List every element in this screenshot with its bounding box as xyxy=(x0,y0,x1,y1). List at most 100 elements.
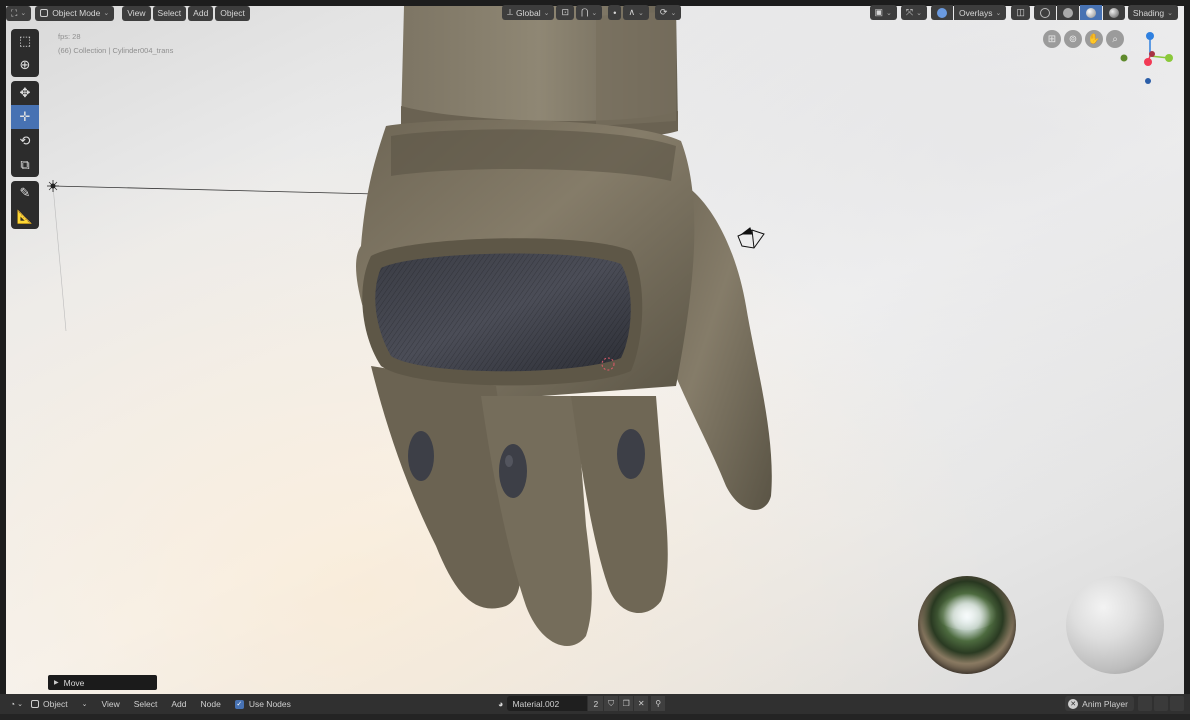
shader-type-dropdown[interactable]: Object ⌄ xyxy=(27,697,91,712)
axis-navigation-gizmo[interactable] xyxy=(1120,28,1180,88)
3d-viewport[interactable] xyxy=(6,6,1184,694)
editor-type-button[interactable]: ⛶ ⌄ xyxy=(6,5,32,21)
orientation-label: Global xyxy=(516,7,541,18)
hdri-diffuse-preview-sphere[interactable] xyxy=(1066,576,1164,674)
overlays-dropdown[interactable]: Overlays ⌄ xyxy=(953,5,1007,20)
unlink-material-button[interactable]: ✕ xyxy=(634,696,649,711)
use-nodes-toggle[interactable]: ✓ Use Nodes xyxy=(234,699,291,709)
transform-tool[interactable]: ✛ xyxy=(11,105,39,129)
xray-toggle[interactable]: ◫ xyxy=(1011,5,1030,20)
shading-dropdown[interactable]: Shading ⌄ xyxy=(1127,5,1178,20)
transform-orientation-dropdown[interactable]: ⟂ Global ⌄ xyxy=(502,5,555,20)
3d-viewport-icon: ⛶ xyxy=(11,7,18,18)
close-circle-icon: ✕ xyxy=(1068,698,1079,709)
operator-label: Move xyxy=(63,677,85,688)
scale-tool[interactable]: ⧉ xyxy=(11,153,39,177)
transform-controls: ⟂ Global ⌄ ⊡ ⋂ ⌄ • ∧ ⌄ ⟳ ⌄ xyxy=(502,5,683,20)
rotate-icon: ⟲ xyxy=(19,133,31,149)
measure-tool[interactable]: 📐 xyxy=(11,205,39,229)
magnet-icon: ⋂ xyxy=(581,7,589,17)
xray-icon: ◫ xyxy=(1016,7,1025,17)
neg-x-axis-handle xyxy=(1149,51,1155,57)
pivot-point-button[interactable]: ⊡ xyxy=(556,5,575,20)
shading-solid[interactable] xyxy=(1056,5,1079,20)
material-slot-controls: ◕ Material.002 2 ⛉ ❐ ✕ ⚲ xyxy=(498,696,666,711)
z-axis-handle xyxy=(1146,32,1154,40)
add-menu-bottom[interactable]: Add xyxy=(171,699,186,709)
select-menu-bottom[interactable]: Select xyxy=(134,699,158,709)
shading-rendered[interactable] xyxy=(1102,5,1125,20)
gizmo-icon: ⟳ xyxy=(659,7,668,17)
proportional-edit-button[interactable]: • xyxy=(608,5,622,20)
material-users-count[interactable]: 2 xyxy=(588,696,604,711)
material-name-field[interactable]: Material.002 xyxy=(507,696,588,711)
move-icon: ✥ xyxy=(19,85,31,101)
light-vertical-line xyxy=(52,185,67,332)
add-menu[interactable]: Add xyxy=(188,5,214,21)
neg-z-axis-handle xyxy=(1145,78,1151,84)
select-cursor-icon: ⬚ xyxy=(18,33,32,49)
duplicate-material-button[interactable]: ❐ xyxy=(619,696,634,711)
pivot-icon: ⊡ xyxy=(561,7,570,17)
mode-dropdown[interactable]: Object Mode ⌄ xyxy=(35,5,115,21)
cursor-tool[interactable]: ⊕ xyxy=(11,53,39,77)
rendered-icon xyxy=(1108,7,1119,18)
overlays-icon xyxy=(936,7,947,18)
proportional-icon: • xyxy=(613,7,617,18)
material-browse-icon[interactable]: ◕ xyxy=(498,699,503,709)
wireframe-icon xyxy=(1039,7,1050,18)
snap-button[interactable]: ⋂ ⌄ xyxy=(576,5,603,20)
gizmos-dropdown[interactable]: ⤧ ⌄ xyxy=(900,5,927,20)
visibility-dropdown[interactable]: ▣ ⌄ xyxy=(869,5,897,20)
gizmo-toggle-button[interactable]: ⟳ ⌄ xyxy=(654,5,682,20)
blender-window: ⛶ ⌄ Object Mode ⌄ View Select Add Object … xyxy=(0,0,1190,720)
solid-icon xyxy=(1062,7,1073,18)
select-menu[interactable]: Select xyxy=(152,5,187,21)
snapping-button-bottom[interactable] xyxy=(1138,696,1152,711)
last-operator-panel[interactable]: ▶ Move xyxy=(48,675,157,690)
camera-icon: ⊚ xyxy=(1068,33,1078,45)
hdri-chrome-preview-sphere[interactable] xyxy=(918,576,1016,674)
shader-editor-header: ◔ ⌄ Object ⌄ View Select Add Node ✓ Use N… xyxy=(0,694,1190,714)
viewport-info-text: fps: 28 (66) Collection | Cylinder004_tr… xyxy=(58,30,173,58)
annotate-tool[interactable]: ✎ xyxy=(11,181,39,205)
overlays-toggle[interactable] xyxy=(930,5,953,20)
falloff-button[interactable]: ∧ ⌄ xyxy=(623,5,649,20)
material-preview-icon xyxy=(1085,7,1096,18)
object-mode-icon xyxy=(40,9,49,17)
fps-readout: fps: 28 xyxy=(58,32,81,41)
use-nodes-label: Use Nodes xyxy=(248,699,291,709)
grid-icon: ⊞ xyxy=(1047,33,1057,45)
select-box-tool[interactable]: ⬚ xyxy=(11,29,39,53)
light-direction-line xyxy=(52,185,377,195)
rotate-tool[interactable]: ⟲ xyxy=(11,129,39,153)
sidebar-toggle-bottom[interactable] xyxy=(1170,696,1184,711)
overlay-button-bottom[interactable] xyxy=(1154,696,1168,711)
checkbox-checked-icon: ✓ xyxy=(234,699,244,709)
view-menu-bottom[interactable]: View xyxy=(101,699,119,709)
editor-type-button-bottom[interactable]: ◔ ⌄ xyxy=(6,697,27,712)
fake-user-button[interactable]: ⛉ xyxy=(604,696,619,711)
pin-icon: ⚲ xyxy=(655,699,662,708)
scale-icon: ⧉ xyxy=(20,157,30,173)
close-icon: ✕ xyxy=(637,699,645,708)
camera-view-button[interactable]: ⊚ xyxy=(1064,30,1082,48)
move-tool[interactable]: ✥ xyxy=(11,81,39,105)
anim-player-button[interactable]: ✕ Anim Player xyxy=(1065,696,1134,711)
shading-wireframe[interactable] xyxy=(1033,5,1056,20)
object-menu[interactable]: Object xyxy=(215,5,250,21)
shading-material[interactable] xyxy=(1079,5,1102,20)
hand-icon: ✋ xyxy=(1087,33,1101,45)
view-menu[interactable]: View xyxy=(122,5,151,21)
pan-view-button[interactable]: ✋ xyxy=(1085,30,1103,48)
node-menu-bottom[interactable]: Node xyxy=(201,699,221,709)
ruler-icon: 📐 xyxy=(16,209,34,225)
status-bar xyxy=(0,714,1190,720)
falloff-icon: ∧ xyxy=(628,7,636,17)
visibility-icon: ▣ xyxy=(874,7,884,17)
copy-icon: ❐ xyxy=(622,699,630,708)
toggle-camera-button[interactable]: ⊞ xyxy=(1043,30,1061,48)
pin-button[interactable]: ⚲ xyxy=(651,696,666,711)
glove-model[interactable] xyxy=(346,6,786,666)
pencil-icon: ✎ xyxy=(19,185,31,201)
